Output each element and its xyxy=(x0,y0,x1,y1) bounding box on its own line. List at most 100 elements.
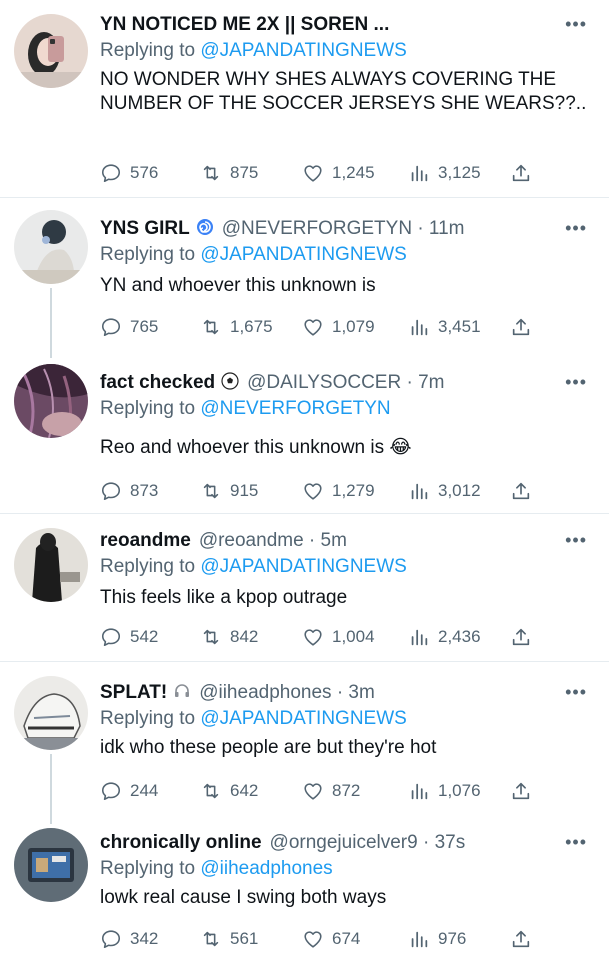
share-button[interactable] xyxy=(510,928,540,950)
views-icon xyxy=(408,780,438,802)
views-button[interactable]: 1,076 xyxy=(408,780,481,802)
reply-button[interactable]: 765 xyxy=(100,316,158,338)
retweet-icon xyxy=(200,162,230,184)
tweet[interactable]: reoandme @reoandme · 5m ••• Replying to … xyxy=(0,514,609,662)
reply-icon xyxy=(100,626,130,648)
avatar-image xyxy=(14,364,88,438)
reply-count: 542 xyxy=(130,627,159,646)
handle-time[interactable]: @iiheadphones · 3m xyxy=(199,682,375,704)
handle-time[interactable]: @orngejuicelver9 · 37s xyxy=(270,832,466,854)
laughing-emoji-icon: 😂 xyxy=(389,437,412,458)
retweet-button[interactable]: 561 xyxy=(200,928,258,950)
retweet-count: 842 xyxy=(230,627,259,646)
views-button[interactable]: 3,125 xyxy=(408,162,481,184)
reply-mention-link[interactable]: @JAPANDATINGNEWS xyxy=(200,244,407,265)
like-button[interactable]: 1,245 xyxy=(302,162,375,184)
views-button[interactable]: 3,012 xyxy=(408,480,481,502)
share-button[interactable] xyxy=(510,480,540,502)
tweet-text: idk who these people are but they're hot xyxy=(100,737,437,758)
retweet-button[interactable]: 915 xyxy=(200,480,258,502)
tweet[interactable]: YNS GIRL @NEVERFORGETYN · 11m ••• Replyi… xyxy=(0,198,609,358)
reply-mention-link[interactable]: @JAPANDATINGNEWS xyxy=(200,556,407,577)
reply-button[interactable]: 342 xyxy=(100,928,158,950)
views-icon xyxy=(408,928,438,950)
more-dots-icon[interactable]: ••• xyxy=(565,14,587,35)
reply-button[interactable]: 244 xyxy=(100,780,158,802)
retweet-icon xyxy=(200,626,230,648)
reply-button[interactable]: 542 xyxy=(100,626,158,648)
tweet[interactable]: chronically online @orngejuicelver9 · 37… xyxy=(0,816,609,960)
avatar[interactable] xyxy=(14,528,88,602)
tweet-actions: 342 561 674 976 xyxy=(0,928,609,954)
views-count: 3,012 xyxy=(438,481,481,500)
more-dots-icon[interactable]: ••• xyxy=(565,530,587,551)
share-icon xyxy=(510,316,540,338)
like-count: 674 xyxy=(332,929,361,948)
reply-icon xyxy=(100,928,130,950)
more-dots-icon[interactable]: ••• xyxy=(565,682,587,703)
handle-time[interactable]: @DAILYSOCCER · 7m xyxy=(247,372,444,394)
tweet[interactable]: fact checked @DAILYSOCCER · 7m ••• Reply… xyxy=(0,354,609,514)
tweet[interactable]: SPLAT! @iiheadphones · 3m ••• Replying t… xyxy=(0,662,609,824)
views-button[interactable]: 976 xyxy=(408,928,466,950)
display-name[interactable]: reoandme xyxy=(100,530,191,552)
reply-mention-link[interactable]: @JAPANDATINGNEWS xyxy=(200,708,407,729)
tweet-text: NO WONDER WHY SHES ALWAYS COVERING THE N… xyxy=(100,69,587,114)
share-button[interactable] xyxy=(510,316,540,338)
tweet[interactable]: YN NOTICED ME 2X || SOREN ... ••• Replyi… xyxy=(0,0,609,198)
share-button[interactable] xyxy=(510,626,540,648)
reply-mention-link[interactable]: @NEVERFORGETYN xyxy=(200,398,390,419)
retweet-button[interactable]: 642 xyxy=(200,780,258,802)
reply-icon xyxy=(100,480,130,502)
reply-count: 342 xyxy=(130,929,159,948)
retweet-button[interactable]: 875 xyxy=(200,162,258,184)
reply-mention-link[interactable]: @iiheadphones xyxy=(200,858,332,879)
replying-to: Replying to @JAPANDATINGNEWS xyxy=(100,556,407,577)
like-button[interactable]: 1,279 xyxy=(302,480,375,502)
display-name[interactable]: SPLAT! xyxy=(100,682,167,704)
reply-count: 765 xyxy=(130,317,159,336)
like-button[interactable]: 1,079 xyxy=(302,316,375,338)
like-button[interactable]: 1,004 xyxy=(302,626,375,648)
retweet-count: 915 xyxy=(230,481,259,500)
views-button[interactable]: 2,436 xyxy=(408,626,481,648)
avatar[interactable] xyxy=(14,210,88,284)
handle-time[interactable]: @NEVERFORGETYN · 11m xyxy=(222,218,465,240)
avatar-image xyxy=(14,14,88,88)
more-dots-icon[interactable]: ••• xyxy=(565,832,587,853)
retweet-button[interactable]: 842 xyxy=(200,626,258,648)
display-name[interactable]: fact checked xyxy=(100,372,215,394)
tweet-actions: 765 1,675 1,079 3,451 xyxy=(0,316,609,342)
retweet-icon xyxy=(200,316,230,338)
reply-mention-link[interactable]: @JAPANDATINGNEWS xyxy=(200,40,407,61)
like-button[interactable]: 674 xyxy=(302,928,360,950)
reply-icon xyxy=(100,162,130,184)
like-count: 872 xyxy=(332,781,361,800)
avatar-image xyxy=(14,210,88,284)
like-button[interactable]: 872 xyxy=(302,780,360,802)
avatar[interactable] xyxy=(14,14,88,88)
avatar[interactable] xyxy=(14,676,88,750)
tweet-actions: 542 842 1,004 2,436 xyxy=(0,626,609,652)
retweet-button[interactable]: 1,675 xyxy=(200,316,273,338)
display-name[interactable]: YNS GIRL xyxy=(100,218,190,240)
replying-to: Replying to @JAPANDATINGNEWS xyxy=(100,244,407,265)
share-button[interactable] xyxy=(510,780,540,802)
like-count: 1,245 xyxy=(332,163,375,182)
retweet-count: 642 xyxy=(230,781,259,800)
reply-icon xyxy=(100,316,130,338)
reply-button[interactable]: 873 xyxy=(100,480,158,502)
handle-time[interactable]: @reoandme · 5m xyxy=(199,530,347,552)
display-name[interactable]: YN NOTICED ME 2X || SOREN ... xyxy=(100,14,389,36)
share-icon xyxy=(510,780,540,802)
avatar[interactable] xyxy=(14,364,88,438)
tweet-actions: 576 875 1,245 3,125 xyxy=(0,162,609,188)
avatar[interactable] xyxy=(14,828,88,902)
more-dots-icon[interactable]: ••• xyxy=(565,372,587,393)
display-name[interactable]: chronically online xyxy=(100,832,262,854)
reply-button[interactable]: 576 xyxy=(100,162,158,184)
share-button[interactable] xyxy=(510,162,540,184)
views-button[interactable]: 3,451 xyxy=(408,316,481,338)
views-count: 3,451 xyxy=(438,317,481,336)
more-dots-icon[interactable]: ••• xyxy=(565,218,587,239)
